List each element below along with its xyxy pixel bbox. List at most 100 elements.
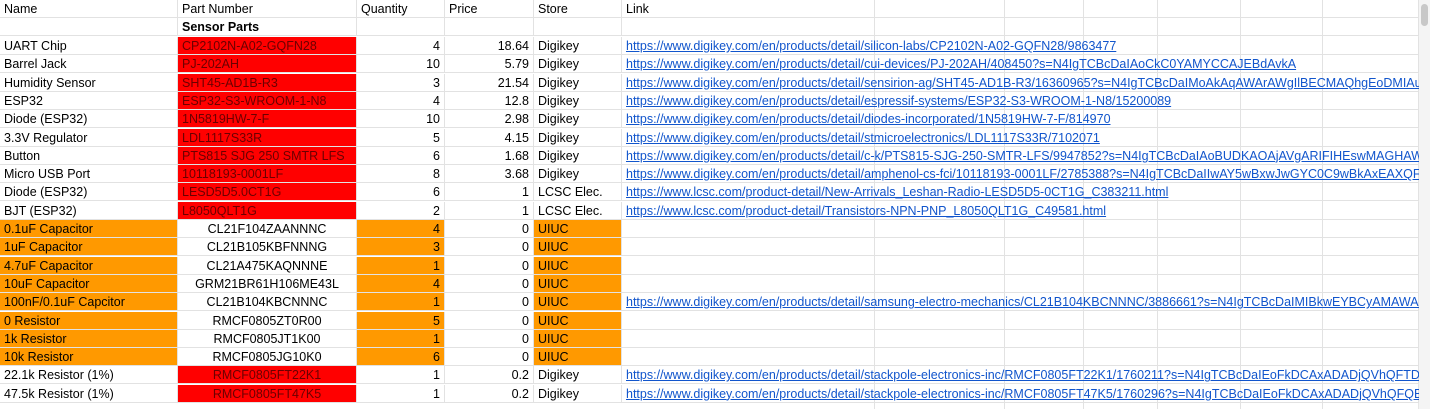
- name-cell[interactable]: 4.7uF Capacitor: [0, 256, 178, 275]
- name-cell[interactable]: 1uF Capacitor: [0, 238, 178, 257]
- link-cell[interactable]: https://www.lcsc.com/product-detail/Tran…: [622, 201, 1419, 220]
- quantity-cell[interactable]: 10: [357, 110, 445, 129]
- price-cell[interactable]: 0: [445, 311, 534, 330]
- price-cell[interactable]: 0: [445, 348, 534, 367]
- price-cell[interactable]: 1.68: [445, 146, 534, 165]
- store-cell[interactable]: Digikey: [534, 73, 622, 92]
- price-cell[interactable]: 2.98: [445, 110, 534, 129]
- product-link[interactable]: https://www.digikey.com/en/products/deta…: [626, 387, 1419, 401]
- name-cell[interactable]: Button: [0, 146, 178, 165]
- part-number-cell[interactable]: CL21F104ZAANNNC: [178, 220, 357, 238]
- name-cell[interactable]: Diode (ESP32): [0, 110, 178, 129]
- price-cell[interactable]: 0: [445, 274, 534, 293]
- store-cell[interactable]: LCSC Elec.: [534, 183, 622, 202]
- name-cell[interactable]: UART Chip: [0, 37, 178, 55]
- store-cell[interactable]: UIUC: [534, 238, 622, 257]
- product-link[interactable]: https://www.digikey.com/en/products/deta…: [626, 112, 1111, 126]
- link-cell[interactable]: [622, 329, 1419, 348]
- store-cell[interactable]: UIUC: [534, 293, 622, 312]
- name-cell[interactable]: Barrel Jack: [0, 55, 178, 74]
- product-link[interactable]: https://www.digikey.com/en/products/deta…: [626, 131, 1100, 145]
- product-link[interactable]: https://www.digikey.com/en/products/deta…: [626, 149, 1419, 163]
- part-number-cell[interactable]: GRM21BR61H106ME43L: [178, 274, 357, 293]
- quantity-cell[interactable]: 4: [357, 91, 445, 110]
- name-cell[interactable]: 1k Resistor: [0, 329, 178, 348]
- quantity-cell[interactable]: 5: [357, 128, 445, 147]
- link-cell[interactable]: [622, 311, 1419, 330]
- store-cell[interactable]: Digikey: [534, 37, 622, 55]
- link-cell[interactable]: https://www.digikey.com/en/products/deta…: [622, 165, 1419, 184]
- price-cell[interactable]: 0: [445, 238, 534, 257]
- price-cell[interactable]: 0: [445, 293, 534, 312]
- part-number-cell[interactable]: PJ-202AH: [178, 55, 357, 74]
- empty-cell[interactable]: [534, 18, 622, 36]
- store-cell[interactable]: UIUC: [534, 220, 622, 238]
- product-link[interactable]: https://www.digikey.com/en/products/deta…: [626, 94, 1171, 108]
- store-cell[interactable]: UIUC: [534, 311, 622, 330]
- name-cell[interactable]: 10uF Capacitor: [0, 274, 178, 293]
- store-cell[interactable]: Digikey: [534, 366, 622, 385]
- name-cell[interactable]: Micro USB Port: [0, 165, 178, 184]
- product-link[interactable]: https://www.digikey.com/en/products/deta…: [626, 368, 1419, 382]
- link-cell[interactable]: https://www.digikey.com/en/products/deta…: [622, 384, 1419, 403]
- price-cell[interactable]: 5.79: [445, 55, 534, 74]
- link-cell[interactable]: https://www.digikey.com/en/products/deta…: [622, 91, 1419, 110]
- name-cell[interactable]: 10k Resistor: [0, 348, 178, 367]
- part-number-cell[interactable]: LESD5D5.0CT1G: [178, 183, 357, 202]
- store-cell[interactable]: UIUC: [534, 329, 622, 348]
- store-cell[interactable]: Digikey: [534, 128, 622, 147]
- spreadsheet-grid[interactable]: Name Part Number Quantity Price Store Li…: [0, 0, 1419, 409]
- section-label[interactable]: Sensor Parts: [178, 18, 357, 36]
- link-cell[interactable]: [622, 274, 1419, 293]
- link-cell[interactable]: https://www.lcsc.com/product-detail/New-…: [622, 183, 1419, 202]
- quantity-cell[interactable]: 1: [357, 366, 445, 385]
- empty-cell[interactable]: [622, 18, 1419, 36]
- price-cell[interactable]: 0: [445, 329, 534, 348]
- link-cell[interactable]: https://www.digikey.com/en/products/deta…: [622, 293, 1419, 312]
- link-cell[interactable]: https://www.digikey.com/en/products/deta…: [622, 146, 1419, 165]
- quantity-cell[interactable]: 1: [357, 256, 445, 275]
- name-cell[interactable]: 3.3V Regulator: [0, 128, 178, 147]
- price-cell[interactable]: 0.2: [445, 366, 534, 385]
- price-cell[interactable]: 18.64: [445, 37, 534, 55]
- link-cell[interactable]: https://www.digikey.com/en/products/deta…: [622, 128, 1419, 147]
- product-link[interactable]: https://www.digikey.com/en/products/deta…: [626, 295, 1419, 309]
- empty-cell[interactable]: [445, 18, 534, 36]
- store-cell[interactable]: LCSC Elec.: [534, 201, 622, 220]
- quantity-cell[interactable]: 5: [357, 311, 445, 330]
- part-number-cell[interactable]: L8050QLT1G: [178, 201, 357, 220]
- store-cell[interactable]: Digikey: [534, 146, 622, 165]
- part-number-cell[interactable]: RMCF0805JG10K0: [178, 348, 357, 367]
- price-cell[interactable]: 0.2: [445, 384, 534, 403]
- price-cell[interactable]: 0: [445, 256, 534, 275]
- part-number-cell[interactable]: 1N5819HW-7-F: [178, 110, 357, 129]
- part-number-cell[interactable]: LDL1117S33R: [178, 128, 357, 147]
- quantity-cell[interactable]: 6: [357, 146, 445, 165]
- link-cell[interactable]: [622, 256, 1419, 275]
- part-number-cell[interactable]: RMCF0805JT1K00: [178, 329, 357, 348]
- quantity-cell[interactable]: 10: [357, 55, 445, 74]
- price-cell[interactable]: 1: [445, 183, 534, 202]
- name-cell[interactable]: Diode (ESP32): [0, 183, 178, 202]
- quantity-cell[interactable]: 4: [357, 274, 445, 293]
- name-cell[interactable]: BJT (ESP32): [0, 201, 178, 220]
- store-cell[interactable]: UIUC: [534, 348, 622, 367]
- column-header-name[interactable]: Name: [0, 0, 178, 18]
- link-cell[interactable]: [622, 238, 1419, 257]
- part-number-cell[interactable]: RMCF0805ZT0R00: [178, 311, 357, 330]
- quantity-cell[interactable]: 6: [357, 183, 445, 202]
- price-cell[interactable]: 4.15: [445, 128, 534, 147]
- quantity-cell[interactable]: 2: [357, 201, 445, 220]
- store-cell[interactable]: Digikey: [534, 91, 622, 110]
- empty-cell[interactable]: [357, 18, 445, 36]
- product-link[interactable]: https://www.digikey.com/en/products/deta…: [626, 76, 1419, 90]
- product-link[interactable]: https://www.digikey.com/en/products/deta…: [626, 39, 1116, 53]
- quantity-cell[interactable]: 1: [357, 384, 445, 403]
- part-number-cell[interactable]: ESP32-S3-WROOM-1-N8: [178, 91, 357, 110]
- link-cell[interactable]: https://www.digikey.com/en/products/deta…: [622, 37, 1419, 55]
- price-cell[interactable]: 0: [445, 220, 534, 238]
- link-cell[interactable]: https://www.digikey.com/en/products/deta…: [622, 366, 1419, 385]
- price-cell[interactable]: 21.54: [445, 73, 534, 92]
- column-header-link[interactable]: Link: [622, 0, 1419, 18]
- product-link[interactable]: https://www.digikey.com/en/products/deta…: [626, 167, 1419, 181]
